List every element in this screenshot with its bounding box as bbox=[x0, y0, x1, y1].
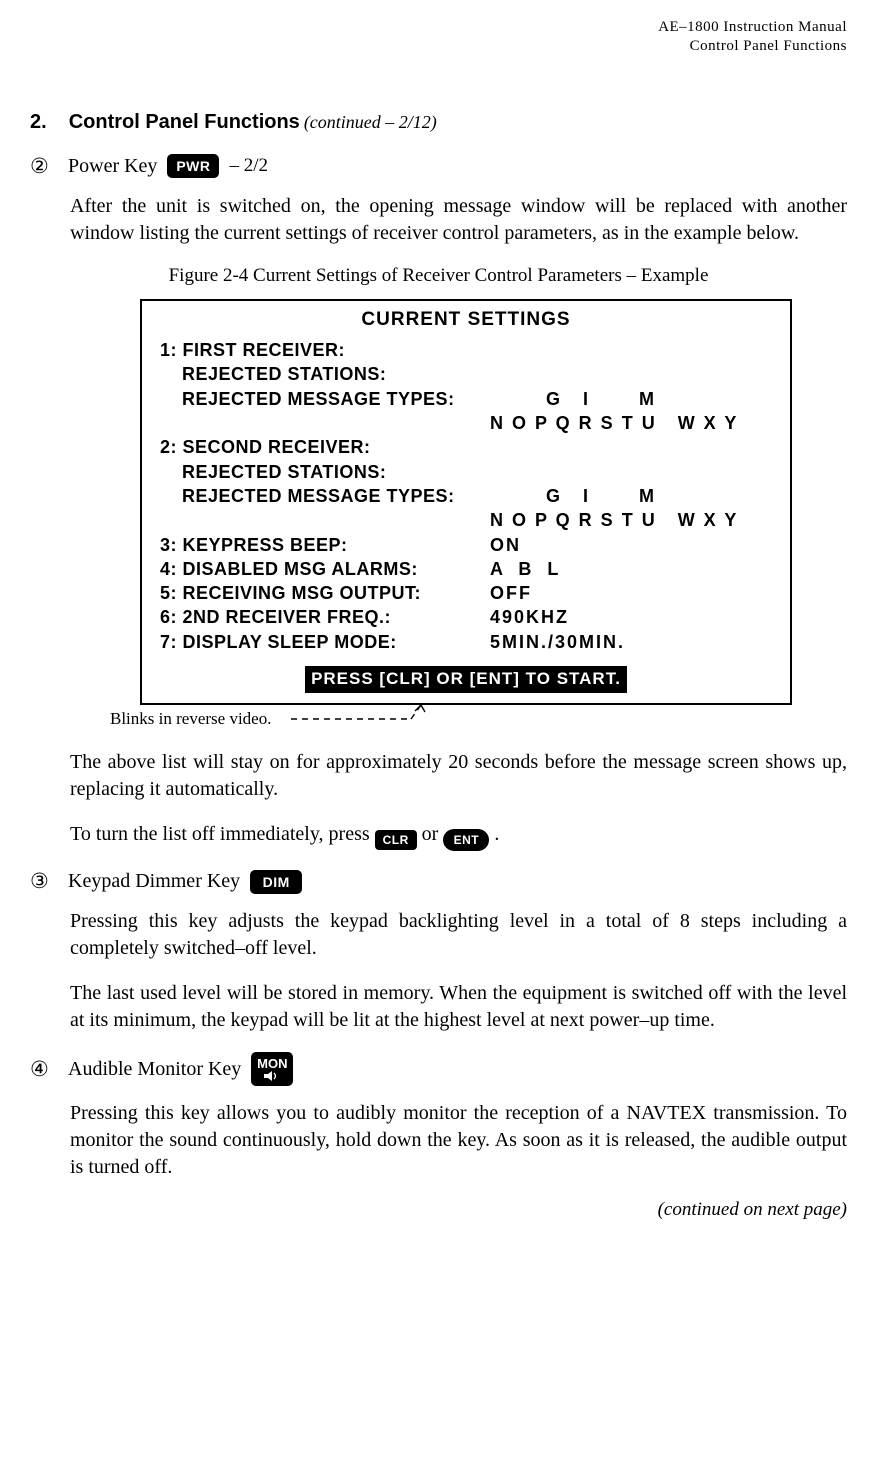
p2-part-a: To turn the list off immediately, press bbox=[70, 823, 375, 845]
section-title: Control Panel Functions bbox=[69, 111, 300, 133]
clr-key-icon: CLR bbox=[375, 830, 417, 850]
panel-r1c-pad bbox=[160, 411, 490, 435]
speaker-icon bbox=[263, 1071, 281, 1081]
section-continued: (continued – 2/12) bbox=[304, 112, 437, 132]
item-3-p2: The last used level will be stored in me… bbox=[70, 980, 847, 1034]
panel-r5-val: OFF bbox=[490, 581, 532, 605]
panel-r3-val: ON bbox=[490, 533, 521, 557]
panel-r5-label: 5: RECEIVING MSG OUTPUT: bbox=[160, 581, 490, 605]
panel-r2c-pad bbox=[160, 508, 490, 532]
figure-caption: Figure 2-4 Current Settings of Receiver … bbox=[30, 265, 847, 287]
item-3-row: ③ Keypad Dimmer Key DIM bbox=[30, 869, 847, 894]
blink-note: Blinks in reverse video. bbox=[110, 709, 271, 729]
panel-footer-reverse: PRESS [CLR] OR [ENT] TO START. bbox=[305, 666, 627, 693]
panel-r1: 1: FIRST RECEIVER: bbox=[160, 338, 490, 362]
item-2-label: Power Key bbox=[68, 155, 157, 178]
settings-panel: CURRENT SETTINGS 1: FIRST RECEIVER: REJE… bbox=[140, 299, 792, 705]
page-header: AE–1800 Instruction Manual Control Panel… bbox=[30, 18, 847, 56]
circled-4: ④ bbox=[30, 1057, 58, 1082]
continued-footer: (continued on next page) bbox=[30, 1199, 847, 1221]
item-4-label: Audible Monitor Key bbox=[68, 1058, 241, 1081]
leader-line-icon bbox=[291, 709, 431, 725]
item-2-sub: – 2/2 bbox=[229, 155, 268, 177]
p2-part-c: . bbox=[494, 823, 499, 845]
item-2-row: ② Power Key PWR – 2/2 bbox=[30, 154, 847, 179]
panel-r6-label: 6: 2ND RECEIVER FREQ.: bbox=[160, 605, 490, 629]
panel-r4-label: 4: DISABLED MSG ALARMS: bbox=[160, 557, 490, 581]
panel-r3-label: 3: KEYPRESS BEEP: bbox=[160, 533, 490, 557]
blink-note-row: Blinks in reverse video. bbox=[110, 709, 847, 729]
pwr-key-icon: PWR bbox=[167, 154, 219, 178]
mon-key-icon: MON bbox=[251, 1052, 293, 1086]
circled-3: ③ bbox=[30, 869, 58, 894]
panel-r7-val: 5MIN./30MIN. bbox=[490, 630, 625, 654]
panel-r6-val: 490KHZ bbox=[490, 605, 569, 629]
panel-r1c-val: N O P Q R S T U W X Y bbox=[490, 411, 738, 435]
ent-key-icon: ENT bbox=[443, 829, 489, 851]
after-panel-p1: The above list will stay on for approxim… bbox=[70, 749, 847, 803]
panel-title: CURRENT SETTINGS bbox=[160, 307, 772, 333]
item-2-paragraph: After the unit is switched on, the openi… bbox=[70, 193, 847, 247]
panel-r2c-val: N O P Q R S T U W X Y bbox=[490, 508, 738, 532]
panel-r1a: REJECTED STATIONS: bbox=[160, 362, 490, 386]
header-line-2: Control Panel Functions bbox=[30, 37, 847, 56]
panel-r2b-val: G I M bbox=[490, 484, 656, 508]
panel-r2b-label: REJECTED MESSAGE TYPES: bbox=[160, 484, 490, 508]
panel-r2: 2: SECOND RECEIVER: bbox=[160, 435, 490, 459]
section-number: 2. bbox=[30, 111, 47, 134]
section-heading: 2. Control Panel Functions (continued – … bbox=[30, 111, 847, 134]
dim-key-icon: DIM bbox=[250, 870, 302, 894]
circled-2: ② bbox=[30, 154, 58, 179]
panel-r4-val: A B L bbox=[490, 557, 560, 581]
item-3-label: Keypad Dimmer Key bbox=[68, 870, 240, 893]
panel-r2a: REJECTED STATIONS: bbox=[160, 460, 490, 484]
item-3-p1: Pressing this key adjusts the keypad bac… bbox=[70, 908, 847, 962]
item-4-p: Pressing this key allows you to audibly … bbox=[70, 1100, 847, 1181]
panel-r1b-label: REJECTED MESSAGE TYPES: bbox=[160, 387, 490, 411]
after-panel-p2: To turn the list off immediately, press … bbox=[70, 821, 847, 851]
panel-r1b-val: G I M bbox=[490, 387, 656, 411]
item-4-row: ④ Audible Monitor Key MON bbox=[30, 1052, 847, 1086]
p2-part-b: or bbox=[422, 823, 444, 845]
panel-r7-label: 7: DISPLAY SLEEP MODE: bbox=[160, 630, 490, 654]
mon-key-text: MON bbox=[257, 1057, 287, 1070]
header-line-1: AE–1800 Instruction Manual bbox=[30, 18, 847, 37]
